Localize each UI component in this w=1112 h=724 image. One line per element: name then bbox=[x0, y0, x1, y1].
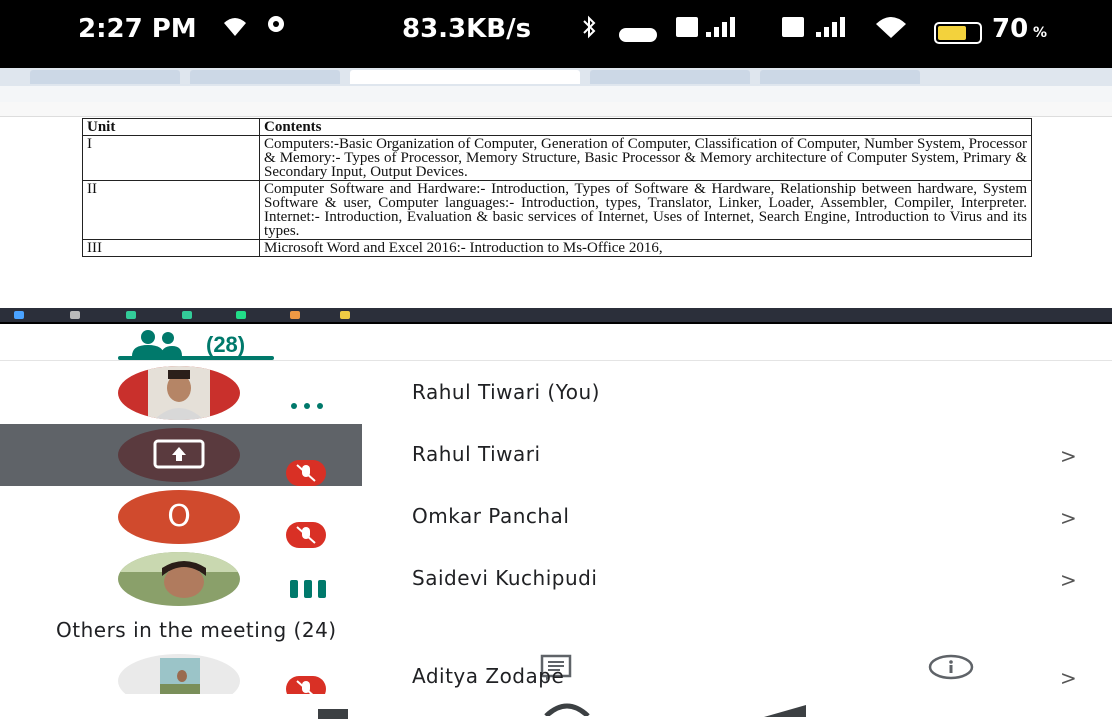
muted-mic-icon bbox=[286, 522, 326, 548]
taskbar-app-icon bbox=[70, 311, 80, 319]
avatar bbox=[118, 366, 240, 420]
wifi-icon bbox=[222, 14, 248, 45]
participant-name: Omkar Panchal bbox=[412, 504, 570, 528]
start-icon bbox=[14, 311, 24, 319]
avatar bbox=[118, 654, 240, 694]
avatar: O bbox=[118, 490, 240, 544]
bluetooth-icon bbox=[580, 14, 598, 47]
signal-icon-sim2 bbox=[782, 14, 846, 47]
table-row: III Microsoft Word and Excel 2016:- Intr… bbox=[82, 239, 1032, 257]
participant-row[interactable]: O Omkar Panchal > bbox=[0, 486, 1112, 548]
chevron-right-icon[interactable]: > bbox=[1060, 506, 1077, 530]
windows-taskbar bbox=[0, 308, 1112, 322]
active-tab-indicator bbox=[118, 356, 274, 360]
participant-row[interactable]: Rahul Tiwari (You) bbox=[0, 362, 1112, 424]
table-cell-contents: Computer Software and Hardware:- Introdu… bbox=[259, 180, 1032, 240]
muted-mic-icon bbox=[286, 460, 326, 486]
avatar bbox=[118, 552, 240, 606]
browser-tab bbox=[190, 70, 340, 84]
pdf-toolbar bbox=[0, 102, 1112, 117]
home-button-icon[interactable] bbox=[540, 702, 594, 721]
present-screen-icon bbox=[152, 438, 206, 477]
avatar bbox=[118, 428, 240, 482]
recents-button-icon[interactable] bbox=[318, 706, 348, 724]
battery-level-fill bbox=[938, 26, 966, 40]
participant-name: Aditya Zodape bbox=[412, 664, 565, 688]
muted-mic-icon bbox=[286, 676, 326, 694]
avatar-letter: O bbox=[167, 499, 191, 534]
participant-row[interactable]: Saidevi Kuchipudi > bbox=[0, 548, 1112, 610]
taskbar-app-icon bbox=[236, 311, 246, 319]
shared-screen: Unit Contents I Computers:-Basic Organiz… bbox=[0, 64, 1112, 324]
table-cell-unit: III bbox=[82, 239, 260, 257]
browser-tab-strip bbox=[0, 68, 1112, 86]
chevron-right-icon[interactable]: > bbox=[1060, 666, 1077, 690]
status-bar: 2:27 PM 83.3KB/s 70 % bbox=[0, 0, 1112, 64]
network-speed: 83.3KB/s bbox=[402, 14, 532, 44]
chevron-right-icon[interactable]: > bbox=[1060, 444, 1077, 468]
browser-tab bbox=[760, 70, 920, 84]
browser-tab bbox=[30, 70, 180, 84]
browser-tab-active bbox=[350, 70, 580, 84]
table-header-contents: Contents bbox=[259, 118, 1032, 136]
data-saver-icon bbox=[618, 20, 658, 50]
people-count: (28) bbox=[206, 332, 246, 357]
table-cell-unit: I bbox=[82, 135, 260, 181]
taskbar-app-icon bbox=[126, 311, 136, 319]
address-bar bbox=[0, 86, 1112, 102]
syllabus-table: Unit Contents I Computers:-Basic Organiz… bbox=[82, 118, 1032, 257]
participant-name: Saidevi Kuchipudi bbox=[412, 566, 598, 590]
table-cell-contents: Microsoft Word and Excel 2016:- Introduc… bbox=[259, 239, 1032, 257]
battery-icon bbox=[934, 22, 982, 44]
battery-percent: 70 % bbox=[992, 14, 1048, 44]
table-row: I Computers:-Basic Organization of Compu… bbox=[82, 135, 1032, 181]
others-section-label: Others in the meeting (24) bbox=[56, 618, 337, 642]
participant-name: Rahul Tiwari (You) bbox=[412, 380, 600, 404]
wifi-signal-icon bbox=[874, 14, 908, 47]
table-row: II Computer Software and Hardware:- Intr… bbox=[82, 180, 1032, 240]
speaking-indicator-icon bbox=[288, 578, 328, 605]
table-cell-unit: II bbox=[82, 180, 260, 240]
table-header-unit: Unit bbox=[82, 118, 260, 136]
taskbar-app-icon bbox=[340, 311, 350, 319]
android-nav-bar bbox=[0, 694, 1112, 719]
tab-people[interactable]: (28) bbox=[126, 328, 245, 358]
signal-icon-sim1 bbox=[676, 14, 740, 47]
taskbar-app-icon bbox=[290, 311, 300, 319]
location-icon bbox=[266, 14, 286, 45]
browser-tab bbox=[590, 70, 750, 84]
participant-name: Rahul Tiwari bbox=[412, 442, 541, 466]
status-time: 2:27 PM bbox=[78, 14, 197, 44]
table-cell-contents: Computers:-Basic Organization of Compute… bbox=[259, 135, 1032, 181]
participant-row[interactable]: Aditya Zodape > bbox=[0, 648, 1112, 694]
participant-row-presenting[interactable]: Rahul Tiwari > bbox=[0, 424, 1112, 486]
taskbar-app-icon bbox=[182, 311, 192, 319]
back-button-icon[interactable] bbox=[764, 704, 806, 722]
presented-browser-window: Unit Contents I Computers:-Basic Organiz… bbox=[0, 68, 1112, 308]
chevron-right-icon[interactable]: > bbox=[1060, 568, 1077, 592]
audio-indicator-icon bbox=[288, 398, 328, 416]
